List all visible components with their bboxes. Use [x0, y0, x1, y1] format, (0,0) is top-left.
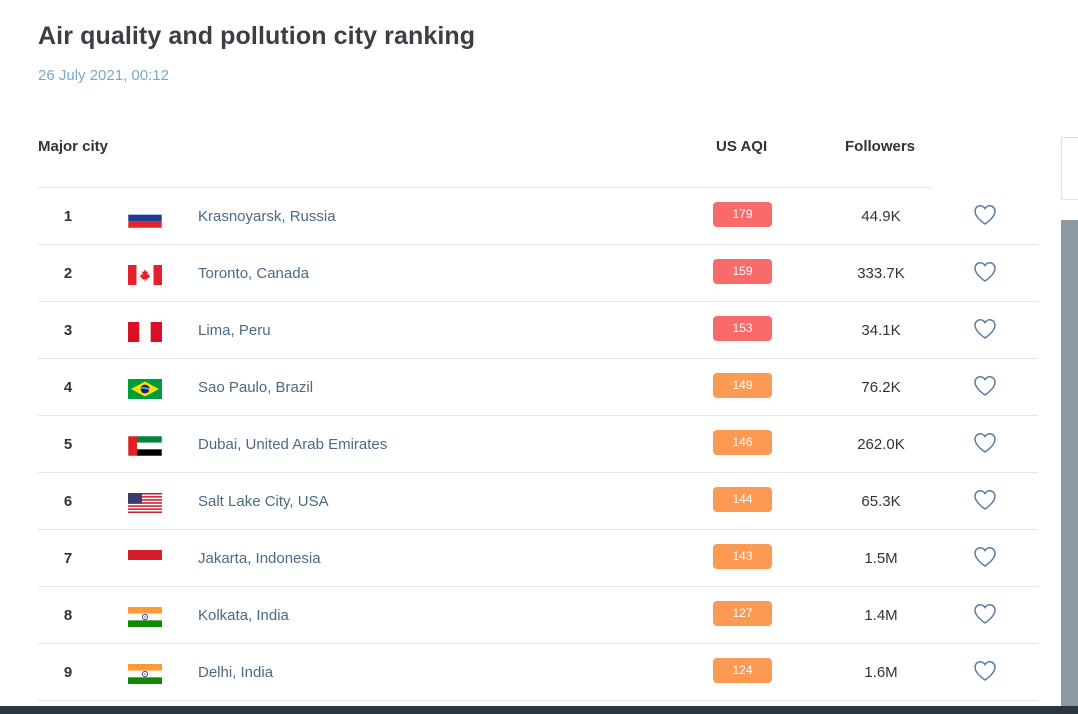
aqi-badge: 149	[713, 373, 772, 398]
aqi-badge: 144	[713, 487, 772, 512]
rank-number: 8	[63, 607, 73, 624]
rank-number: 1	[63, 208, 73, 225]
city-link[interactable]: Krasnoyarsk, Russia	[198, 188, 336, 244]
page: Air quality and pollution city ranking 2…	[0, 0, 1078, 714]
russia-flag	[128, 208, 162, 228]
rank-number: 9	[63, 664, 73, 681]
followers-count: 1.4M	[864, 607, 898, 624]
heart-icon[interactable]	[973, 603, 997, 625]
aqi-badge: 159	[713, 259, 772, 284]
city-link[interactable]: Salt Lake City, USA	[198, 473, 329, 529]
followers-count: 1.6M	[864, 664, 898, 681]
table-row[interactable]: 2 Toronto, Canada 159 333.7K	[38, 245, 1038, 302]
heart-icon[interactable]	[973, 204, 997, 226]
followers-count: 76.2K	[861, 379, 901, 396]
table-row[interactable]: 5 Dubai, United Arab Emirates 146 262.0K	[38, 416, 1038, 473]
followers-count: 44.9K	[861, 208, 901, 225]
peru-flag	[128, 322, 162, 342]
page-title: Air quality and pollution city ranking	[38, 22, 476, 50]
heart-icon[interactable]	[973, 489, 997, 511]
followers-count: 333.7K	[857, 265, 905, 282]
aqi-badge: 153	[713, 316, 772, 341]
table-row[interactable]: 8 Kolkata, India 127 1.4M	[38, 587, 1038, 644]
india-flag	[128, 664, 162, 684]
heart-icon[interactable]	[973, 660, 997, 682]
canada-flag	[128, 265, 162, 285]
city-link[interactable]: Lima, Peru	[198, 302, 271, 358]
rank-number: 7	[63, 550, 73, 567]
table-row[interactable]: 6 Salt Lake City, USA 144 65.3K	[38, 473, 1038, 530]
followers-count: 65.3K	[861, 493, 901, 510]
aqi-badge: 124	[713, 658, 772, 683]
column-header-followers: Followers	[845, 138, 916, 155]
table-row[interactable]: 3 Lima, Peru 153 34.1K	[38, 302, 1038, 359]
column-header-city: Major city	[38, 138, 109, 155]
aqi-badge: 127	[713, 601, 772, 626]
rank-number: 3	[63, 322, 73, 339]
followers-count: 262.0K	[857, 436, 905, 453]
rank-number: 2	[63, 265, 73, 282]
city-link[interactable]: Kolkata, India	[198, 587, 289, 643]
followers-count: 34.1K	[861, 322, 901, 339]
ranking-table: 1 Krasnoyarsk, Russia 179 44.9K 2 Toronto, Ca…	[38, 188, 1038, 701]
city-link[interactable]: Sao Paulo, Brazil	[198, 359, 313, 415]
column-header-aqi: US AQI	[716, 138, 768, 155]
usa-flag	[128, 493, 162, 513]
table-row[interactable]: 9 Delhi, India 124 1.6M	[38, 644, 1038, 701]
bottom-bar	[0, 706, 1078, 714]
heart-icon[interactable]	[973, 318, 997, 340]
rank-number: 5	[63, 436, 73, 453]
table-row[interactable]: 4 Sao Paulo, Brazil 149 76.2K	[38, 359, 1038, 416]
city-link[interactable]: Jakarta, Indonesia	[198, 530, 321, 586]
heart-icon[interactable]	[973, 432, 997, 454]
india-flag	[128, 607, 162, 627]
aqi-badge: 143	[713, 544, 772, 569]
aqi-badge: 146	[713, 430, 772, 455]
city-link[interactable]: Dubai, United Arab Emirates	[198, 416, 387, 472]
city-link[interactable]: Delhi, India	[198, 644, 273, 700]
timestamp: 26 July 2021, 00:12	[38, 67, 169, 84]
heart-icon[interactable]	[973, 546, 997, 568]
rank-number: 6	[63, 493, 73, 510]
brazil-flag	[128, 379, 162, 399]
table-row[interactable]: 1 Krasnoyarsk, Russia 179 44.9K	[38, 188, 1038, 245]
side-panel	[1061, 220, 1078, 706]
aqi-badge: 179	[713, 202, 772, 227]
city-link[interactable]: Toronto, Canada	[198, 245, 309, 301]
uae-flag	[128, 436, 162, 456]
rank-number: 4	[63, 379, 73, 396]
heart-icon[interactable]	[973, 261, 997, 283]
indonesia-flag	[128, 550, 162, 570]
followers-count: 1.5M	[864, 550, 898, 567]
table-row[interactable]: 7 Jakarta, Indonesia 143 1.5M	[38, 530, 1038, 587]
heart-icon[interactable]	[973, 375, 997, 397]
side-widget	[1061, 137, 1078, 200]
